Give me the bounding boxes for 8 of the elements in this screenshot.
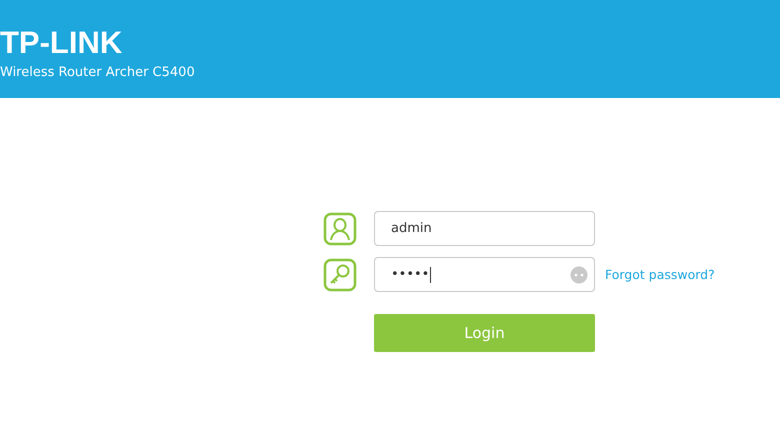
user-icon (323, 212, 357, 246)
reveal-icon[interactable] (570, 266, 588, 284)
password-field[interactable]: ••••• (374, 257, 595, 292)
logo: TP-LINK (0, 27, 122, 59)
key-icon (323, 258, 357, 292)
password-value: ••••• (391, 266, 432, 282)
product-subtitle: Wireless Router Archer C5400 (0, 65, 195, 81)
username-field[interactable]: admin (374, 211, 595, 246)
